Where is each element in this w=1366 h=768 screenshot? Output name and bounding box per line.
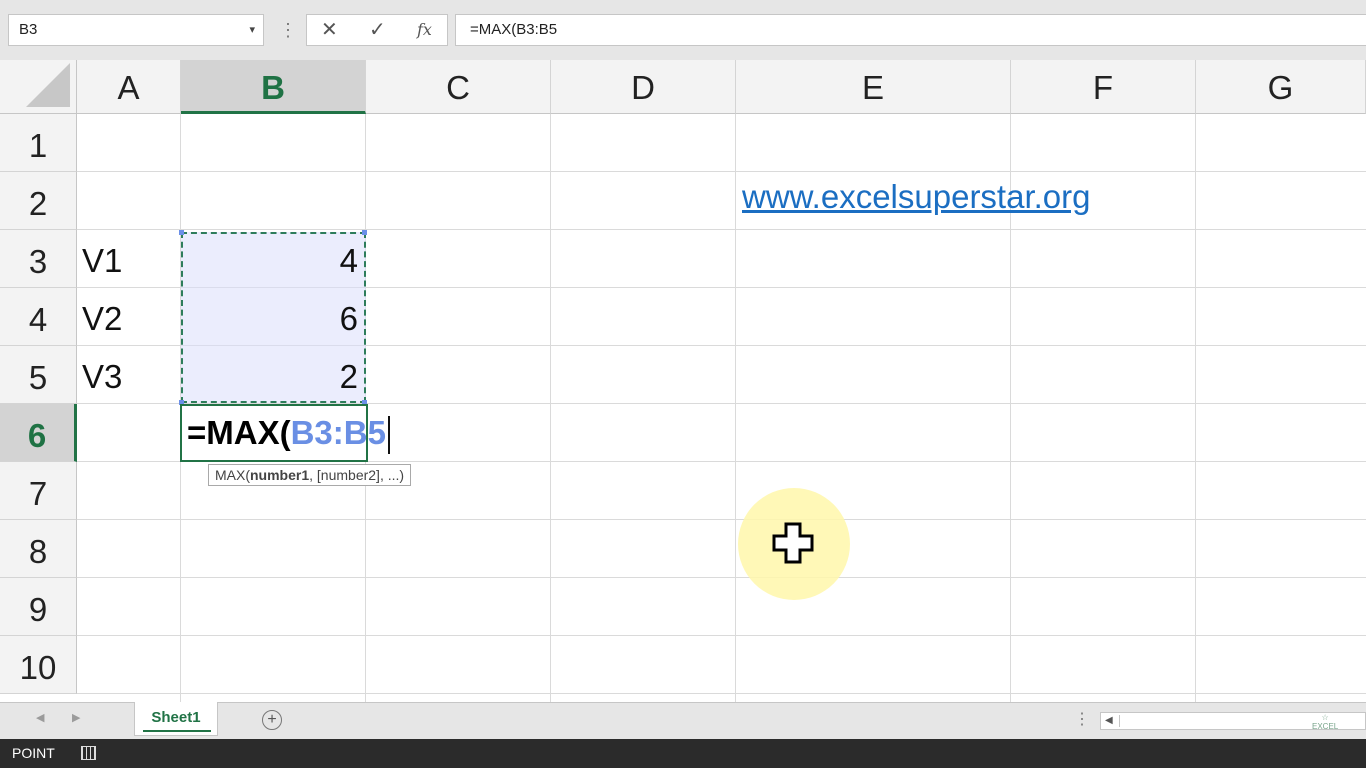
name-box[interactable]: B3 ▾ [8,14,264,46]
cell-b4[interactable]: 6 [181,300,366,338]
macro-record-icon[interactable] [81,746,96,760]
row-header-8[interactable]: 8 [0,520,77,578]
add-sheet-icon[interactable]: + [262,710,282,730]
function-tooltip[interactable]: MAX(number1, [number2], ...) [208,464,412,486]
formula-reference: B3:B5 [290,414,386,451]
gridline [77,635,1366,636]
cancel-icon[interactable]: ✕ [321,15,338,45]
formula-bar: B3 ▾ ⋮ ✕ ✓ fx =MAX(B3:B5 [0,0,1366,61]
gridline [77,229,1366,230]
gridline [735,114,736,702]
sheet-tab-sheet1[interactable]: Sheet1 [134,702,218,736]
row-header-9[interactable]: 9 [0,578,77,636]
scroll-left-icon[interactable]: ◀ [1105,713,1113,729]
row-header-10[interactable]: 10 [0,636,77,694]
status-bar: POINT [0,739,1366,768]
tooltip-current-arg[interactable]: number1 [250,467,309,483]
row-header-4[interactable]: 4 [0,288,77,346]
row-header-3[interactable]: 3 [0,230,77,288]
name-box-value: B3 [19,21,38,38]
cell-a5[interactable]: V3 [82,358,122,396]
row-header-1[interactable]: 1 [0,114,77,172]
cell-a3[interactable]: V1 [82,242,122,280]
insert-function-icon[interactable]: fx [417,15,432,45]
range-handle[interactable] [362,230,367,235]
cell-b3[interactable]: 4 [181,242,366,280]
sheet-tab-label: Sheet1 [151,709,201,726]
formula-input[interactable]: =MAX(B3:B5 [455,14,1366,46]
gridline [550,114,551,702]
more-options-icon[interactable]: ⋮ [279,14,297,46]
cell-a4[interactable]: V2 [82,300,122,338]
worksheet-grid[interactable]: A B C D E F G 1 2 3 4 5 6 7 8 9 10 V1 V2… [0,60,1366,702]
watermark-text: EXCEL [1312,722,1339,731]
active-cell-editor[interactable]: =MAX(B3:B5 [180,404,390,462]
active-tab-underline [143,730,211,732]
cell-cursor-icon [772,522,814,564]
row-header-7[interactable]: 7 [0,462,77,520]
column-header-b[interactable]: B [181,60,366,114]
status-mode: POINT [12,745,55,761]
row-header-6[interactable]: 6 [0,404,77,462]
row-header-5[interactable]: 5 [0,346,77,404]
scrollbar-thumb[interactable] [1119,715,1320,727]
cell-b5[interactable]: 2 [181,358,366,396]
watermark-logo: ☆ EXCEL [1312,713,1339,731]
select-all-triangle-icon [26,63,70,107]
sheet-tabs-bar: ◀ ▶ Sheet1 + ⋮ ◀ ☆ EXCEL [0,702,1366,739]
column-header-g[interactable]: G [1196,60,1366,114]
column-header-d[interactable]: D [551,60,736,114]
gridline [77,693,1366,694]
gridline [77,519,1366,520]
row-header-2[interactable]: 2 [0,172,77,230]
gridline [77,577,1366,578]
column-header-f[interactable]: F [1011,60,1196,114]
column-header-e[interactable]: E [736,60,1011,114]
tooltip-function[interactable]: MAX( [215,467,250,483]
website-link[interactable]: www.excelsuperstar.org [742,178,1090,216]
next-sheet-icon[interactable]: ▶ [72,711,80,724]
more-options-icon[interactable]: ⋮ [1074,709,1090,729]
select-all-button[interactable] [0,60,77,114]
column-header-c[interactable]: C [366,60,551,114]
gridline [77,171,1366,172]
column-header-a[interactable]: A [77,60,181,114]
text-caret [387,416,390,455]
chevron-down-icon[interactable]: ▾ [249,15,255,45]
formula-buttons: ✕ ✓ fx [306,14,448,46]
formula-prefix: =MAX( [187,414,291,451]
prev-sheet-icon[interactable]: ◀ [36,711,44,724]
enter-icon[interactable]: ✓ [369,15,386,45]
range-handle[interactable] [179,230,184,235]
gridline [1195,114,1196,702]
tooltip-rest: , [number2], ...) [309,467,405,483]
